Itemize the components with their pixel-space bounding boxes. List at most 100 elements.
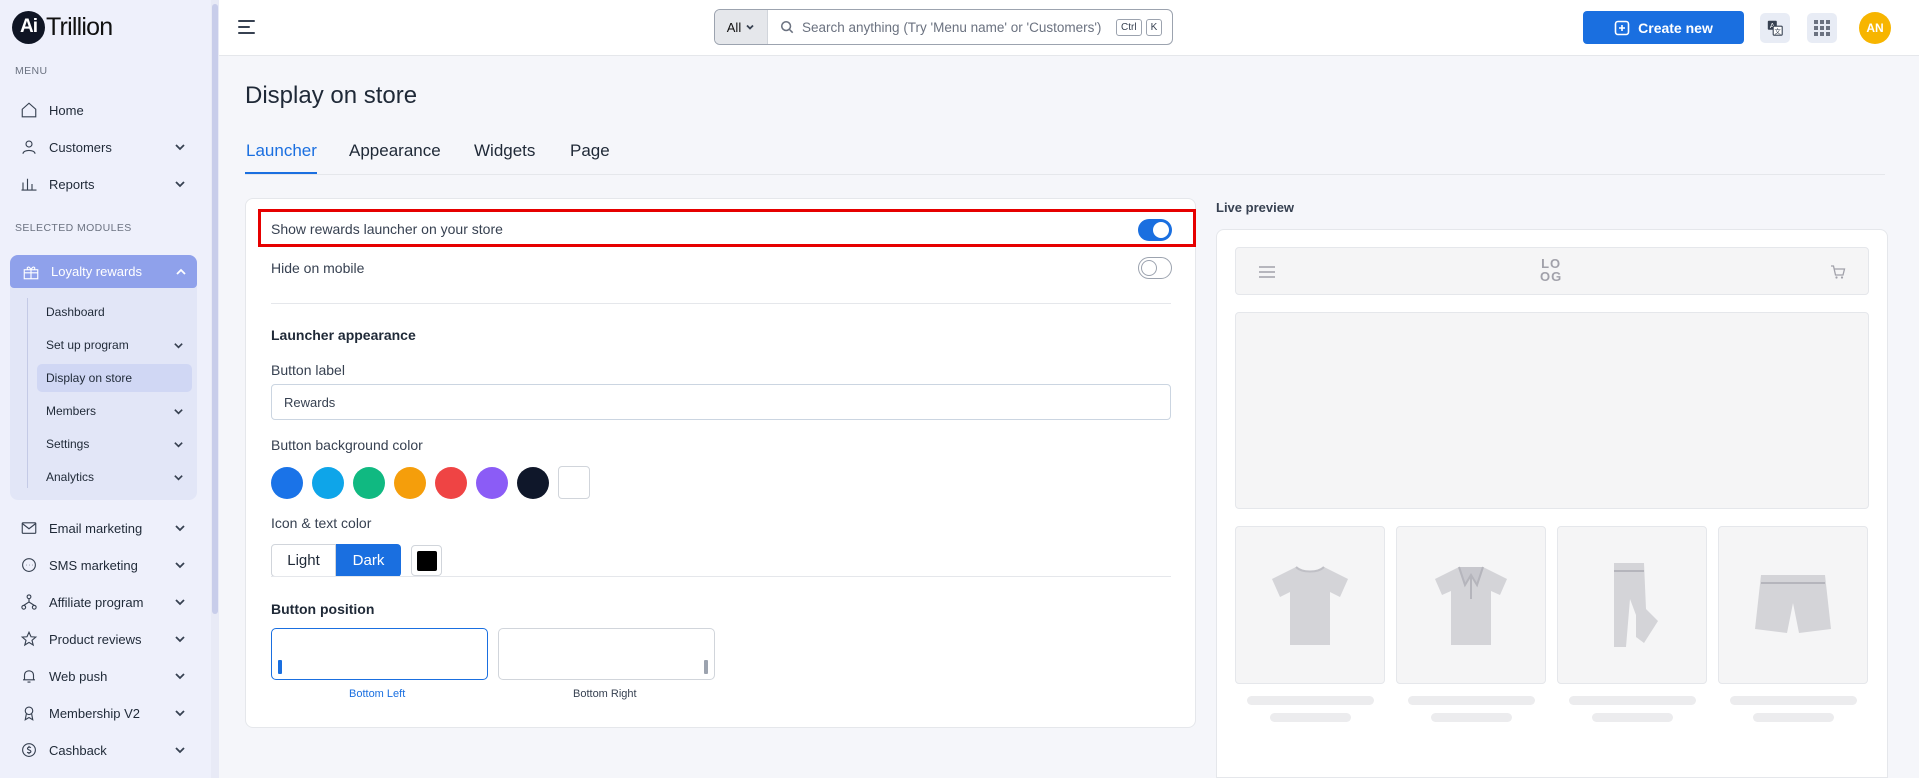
plus-square-icon [1614,20,1630,35]
mail-icon [21,522,37,534]
preview-hero-banner [1235,312,1869,509]
preview-skeleton-line [1408,696,1535,705]
sidebar-item-label: Email marketing [49,520,143,536]
sub-item-label: Display on store [46,371,133,385]
network-icon [21,594,37,610]
create-new-button[interactable]: Create new [1583,11,1744,44]
sidebar-item-email-marketing[interactable]: Email marketing [10,512,196,544]
section-divider [271,576,1171,577]
color-swatch[interactable] [435,467,467,499]
star-icon [20,630,38,647]
preview-skeleton-line [1431,713,1512,722]
chevron-down-icon [175,599,185,606]
dark-option-button[interactable]: Dark [336,544,401,577]
grid-icon [1814,20,1830,36]
user-avatar[interactable]: AN [1859,12,1891,44]
scrollbar-thumb[interactable] [212,4,218,614]
modules-section-label: SELECTED MODULES [15,222,132,234]
sidebar-item-label: Affiliate program [49,594,144,610]
preview-product-card [1235,526,1385,684]
button-position-title: Button position [271,601,375,617]
sidebar-item-label: Loyalty rewards [51,264,143,279]
button-label-input[interactable] [271,384,1171,420]
sidebar-item-label: Reports [49,176,95,192]
menu-section-label: MENU [15,65,48,77]
color-swatch[interactable] [517,467,549,499]
bottom-right-caption: Bottom Right [573,688,637,700]
gift-icon [23,266,39,279]
sidebar-item-customers[interactable]: Customers [10,131,196,163]
chevron-down-icon [175,710,185,717]
search-scope-select[interactable]: All [715,10,768,44]
hamburger-menu-icon[interactable] [236,16,258,38]
color-swatch[interactable] [394,467,426,499]
sidebar-item-cashback[interactable]: Cashback [10,734,196,766]
apps-grid-button[interactable] [1807,13,1837,43]
chevron-up-icon [176,268,186,275]
tabs-divider [245,174,1885,175]
preview-skeleton-line [1753,713,1834,722]
bar-chart-icon [21,178,37,191]
tab-launcher[interactable]: Launcher [246,141,317,161]
sidebar-item-affiliate-program[interactable]: Affiliate program [10,586,196,618]
hide-mobile-toggle[interactable] [1138,257,1172,279]
sidebar-item-product-reviews[interactable]: Product reviews [10,623,196,655]
sidebar-item-web-push[interactable]: Web push [10,660,196,692]
chevron-down-icon [175,747,185,754]
sidebar-item-sms-marketing[interactable]: SMS marketing [10,549,196,581]
color-swatch[interactable] [271,467,303,499]
translate-icon: A 文 [1767,20,1783,36]
sub-nav-line [27,298,28,488]
user-icon [22,140,36,154]
translate-button[interactable]: A 文 [1760,13,1790,43]
bg-color-title: Button background color [271,437,423,453]
tab-appearance[interactable]: Appearance [349,141,441,161]
sub-item-settings[interactable]: Settings [37,430,192,458]
sidebar-item-reports[interactable]: Reports [10,168,196,200]
chevron-down-icon [175,181,185,188]
preview-logo-bottom: OG [1540,269,1563,284]
sub-item-label: Dashboard [46,305,105,319]
toggle-knob [1141,260,1157,276]
sub-item-dashboard[interactable]: Dashboard [37,298,192,326]
kbd-ctrl: Ctrl [1116,18,1142,36]
position-marker [278,660,282,674]
color-swatch[interactable] [312,467,344,499]
custom-color-swatch[interactable] [558,466,590,499]
sub-item-label: Members [46,404,97,418]
preview-store-header: LO OG [1235,247,1869,295]
light-option-button[interactable]: Light [271,544,336,577]
global-search: All Ctrl K [714,9,1173,45]
shorts-icon [1755,575,1831,633]
badge-icon [24,706,34,721]
sub-item-members[interactable]: Members [37,397,192,425]
chevron-down-icon [174,343,183,349]
sidebar: Ai Trillion MENU Home Customers Reports … [0,0,212,778]
preview-skeleton-line [1270,713,1351,722]
icon-text-color-swatch[interactable] [411,545,442,576]
search-input[interactable] [802,19,1112,35]
sub-item-analytics[interactable]: Analytics [37,463,192,491]
position-bottom-left[interactable] [271,628,488,680]
sidebar-scrollbar[interactable] [211,0,219,778]
icon-text-color-title: Icon & text color [271,515,372,531]
cart-icon [1831,265,1846,279]
sidebar-item-membership-v2[interactable]: Membership V2 [10,697,196,729]
top-header: All Ctrl K Create new A 文 [219,0,1919,56]
sidebar-item-loyalty-rewards[interactable]: Loyalty rewards [10,255,197,288]
tab-widgets[interactable]: Widgets [474,141,535,161]
color-swatch[interactable] [353,467,385,499]
sidebar-item-home[interactable]: Home [10,94,196,126]
position-bottom-right[interactable] [498,628,715,680]
button-label-title: Button label [271,362,345,378]
preview-product-card [1718,526,1868,684]
live-preview-title: Live preview [1216,200,1295,215]
tshirt-icon [1272,566,1348,645]
sub-item-set-up-program[interactable]: Set up program [37,331,192,359]
color-swatch[interactable] [476,467,508,499]
app-logo[interactable]: Ai Trillion [12,10,113,44]
tab-page[interactable]: Page [570,141,610,161]
sub-item-display-on-store[interactable]: Display on store [37,364,192,392]
logo-mark: Ai [12,10,45,44]
sidebar-item-label: Membership V2 [49,705,141,721]
